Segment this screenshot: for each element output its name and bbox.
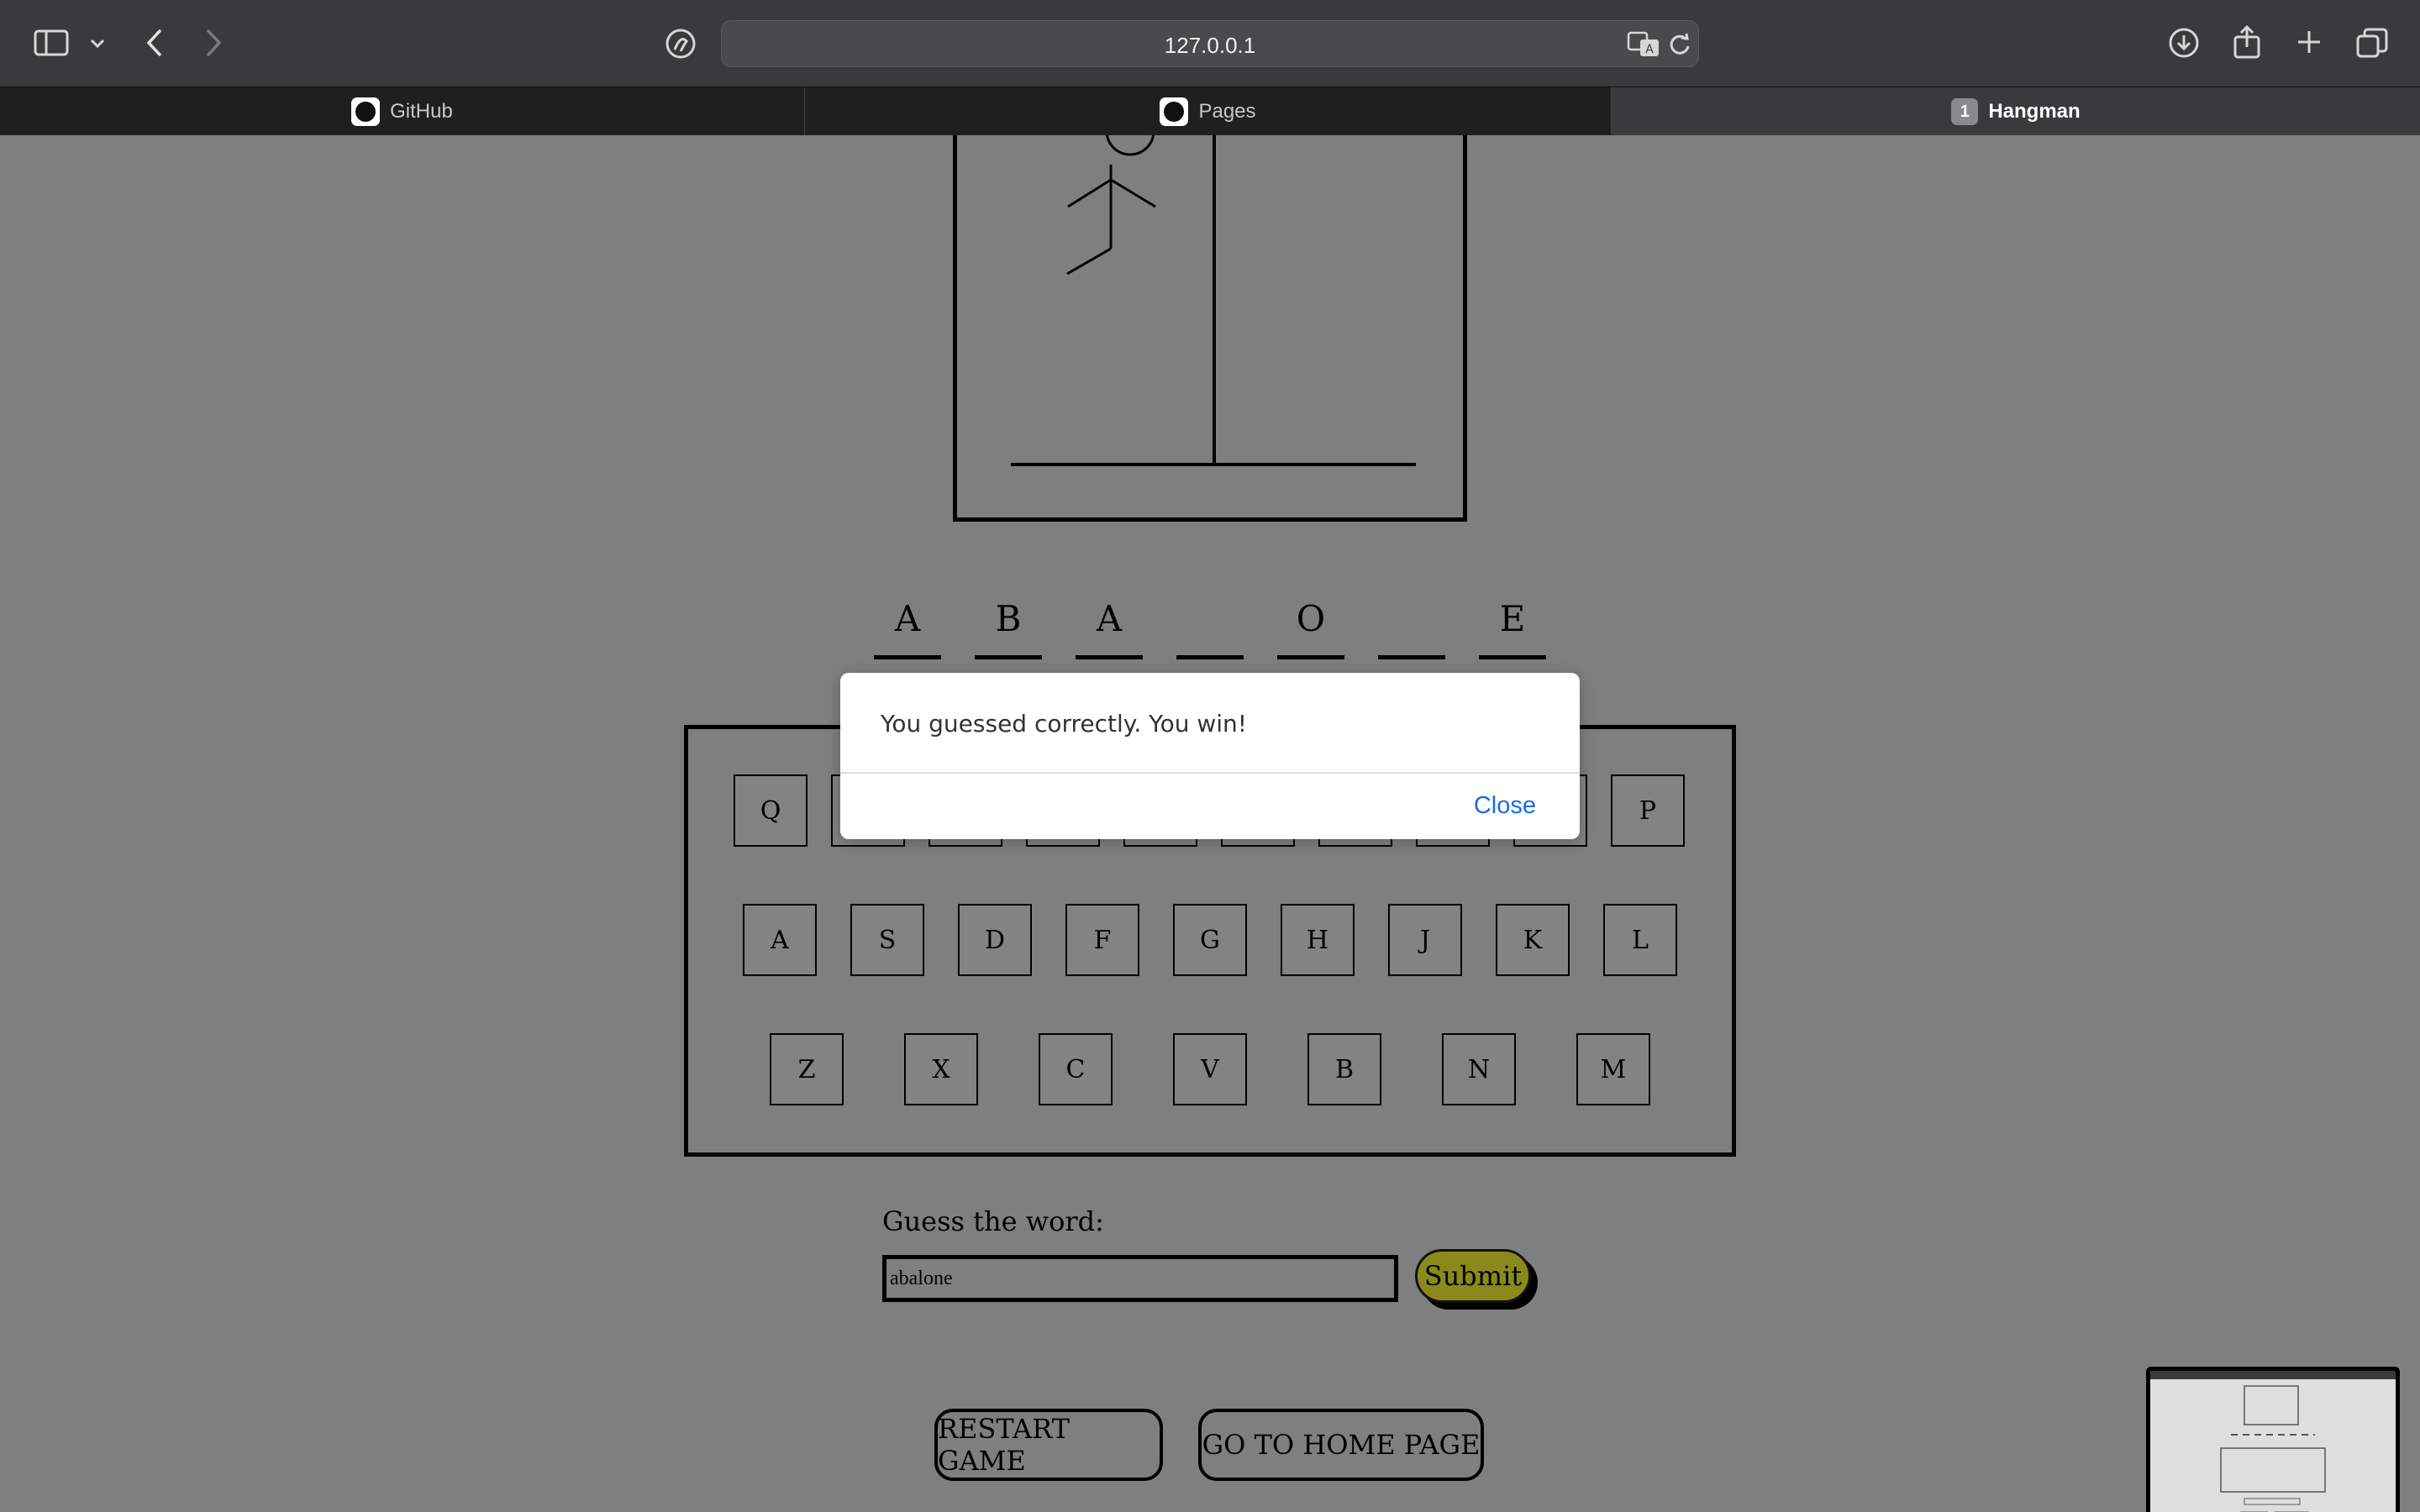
url-text: 127.0.0.1	[1164, 33, 1256, 58]
tab-bar: GitHub Pages 1 Hangman	[0, 87, 2420, 136]
address-bar[interactable]: 127.0.0.1 A	[721, 20, 1699, 67]
svg-text:A: A	[1645, 43, 1654, 56]
download-icon[interactable]	[2166, 25, 2202, 60]
new-tab-icon[interactable]	[2292, 25, 2326, 59]
privacy-shield-icon[interactable]	[664, 27, 697, 60]
window-preview-thumbnail[interactable]	[2146, 1367, 2400, 1512]
tab-label: Pages	[1198, 100, 1256, 123]
back-icon[interactable]	[139, 25, 170, 60]
hangman-page: A B A O E Q W E R T Y U I O P A S D F G …	[0, 135, 2420, 1512]
forward-icon[interactable]	[198, 25, 229, 60]
translate-icon[interactable]: A	[1626, 29, 1661, 60]
modal-overlay: You guessed correctly. You win! Close	[0, 135, 2420, 1512]
tab-badge: 1	[1951, 98, 1979, 125]
github-icon	[1160, 97, 1189, 126]
tab-label: Hangman	[1988, 100, 2081, 123]
dialog-divider	[840, 772, 1580, 774]
dialog-message: You guessed correctly. You win!	[881, 710, 1247, 738]
sidebar-toggle-icon[interactable]	[32, 27, 71, 59]
chevron-down-icon[interactable]	[86, 32, 109, 55]
share-icon[interactable]	[2230, 24, 2264, 60]
close-button[interactable]: Close	[1474, 792, 1536, 820]
tab-label: GitHub	[390, 100, 453, 123]
tab-hangman[interactable]: 1 Hangman	[1612, 87, 2420, 136]
github-icon	[351, 97, 381, 126]
tab-overview-icon[interactable]	[2354, 25, 2390, 60]
browser-toolbar: 127.0.0.1 A	[0, 0, 2420, 87]
tab-pages[interactable]: Pages	[805, 87, 1612, 136]
win-dialog: You guessed correctly. You win! Close	[840, 673, 1580, 839]
reload-icon[interactable]	[1666, 31, 1693, 58]
tab-github[interactable]: GitHub	[0, 87, 805, 136]
